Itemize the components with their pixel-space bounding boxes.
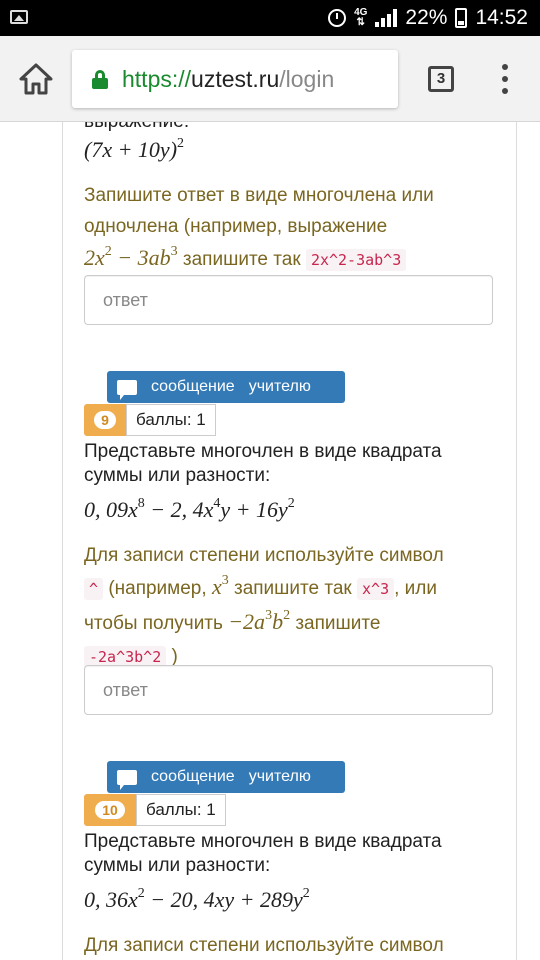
question-expression: 0, 09x8 − 2, 4x4y + 16y2 [84, 496, 295, 522]
chat-icon [117, 769, 137, 790]
url-path: /login [279, 65, 335, 92]
question-expression: (7x + 10y)2 [84, 136, 185, 162]
score-label: баллы: 1 [136, 794, 226, 826]
question-text-cut: выражение: [84, 122, 189, 134]
browser-toolbar: https://uztest.ru/login 3 [0, 36, 540, 122]
battery-icon [455, 8, 468, 28]
url-scheme: https:// [122, 65, 192, 92]
answer-input[interactable]: ответ [84, 665, 493, 715]
status-bar: 4G ⇅ 22% 14:52 [0, 0, 540, 36]
url-host: uztest.ru [191, 65, 280, 92]
answer-format-hint: Запишите ответ в виде многочлена или одн… [84, 185, 434, 271]
message-teacher-button[interactable]: сообщение учителю [107, 761, 345, 793]
score-label: баллы: 1 [126, 404, 216, 436]
network-type: 4G ⇅ [354, 7, 368, 28]
alarm-icon [328, 9, 347, 27]
lock-icon [92, 70, 108, 89]
clock: 14:52 [475, 6, 528, 29]
power-symbol-hint: Для записи степени используйте символ [84, 935, 444, 956]
question-text: Представьте многочлен в виде квадрата су… [84, 441, 442, 486]
home-icon[interactable] [18, 62, 54, 96]
battery-percent: 22% [405, 6, 448, 29]
overflow-menu-icon[interactable] [501, 64, 509, 94]
question-expression: 0, 36x2 − 20, 4xy + 289y2 [84, 886, 310, 912]
tab-switcher-button[interactable]: 3 [428, 66, 454, 92]
question-text: Представьте многочлен в виде квадрата су… [84, 831, 442, 876]
gallery-notification-icon [10, 10, 28, 24]
code-sample: ^ [84, 578, 104, 600]
power-symbol-hint: Для записи степени используйте символ ^ … [84, 545, 444, 668]
answer-input[interactable]: ответ [84, 275, 493, 325]
chat-icon [117, 379, 137, 400]
signal-icon [375, 9, 398, 27]
question-number-badge: 9 [84, 404, 126, 436]
panel-border-left [62, 122, 63, 960]
code-sample: 2x^2-3ab^3 [305, 249, 407, 271]
panel-border-right [516, 122, 517, 960]
message-teacher-button[interactable]: сообщение учителю [107, 371, 345, 403]
question-number-badge: 10 [84, 794, 136, 826]
address-bar[interactable]: https://uztest.ru/login [72, 50, 398, 108]
page-content: выражение: (7x + 10y)2 Запишите ответ в … [0, 122, 540, 960]
code-sample: x^3 [357, 578, 395, 600]
status-bar-right: 4G ⇅ 22% 14:52 [328, 0, 528, 36]
